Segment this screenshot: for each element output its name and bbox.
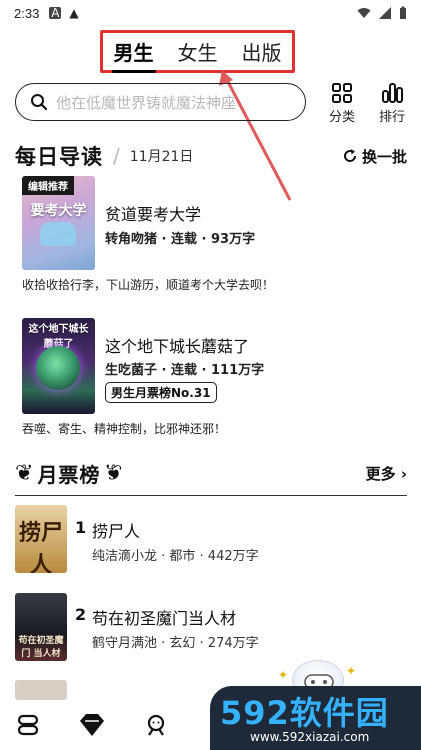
book-title[interactable]: 贫道要考大学 [105, 201, 201, 225]
more-link[interactable]: 更多 › [366, 463, 407, 484]
rank-number: 2 [75, 605, 87, 624]
bookshelf-icon[interactable] [14, 711, 42, 739]
section-divider [15, 495, 407, 496]
book-description: 收拾收拾行李，下山游历，顺道考个大学去呗！ [22, 278, 275, 292]
rank-book-title[interactable]: 捞尸人 [92, 518, 140, 542]
watermark-brand: 592软件园 [220, 694, 389, 732]
book-cover[interactable]: 这个地下城长蘑菇了 [22, 318, 95, 414]
rank-title: 月票榜 [37, 462, 101, 487]
book-meta: 生吃菌子 · 连载 · 111万字 [105, 363, 265, 378]
watermark-url: www.592xiazai.com [250, 730, 370, 744]
rank-cover[interactable]: 苟在初圣魔门 当人材 [15, 593, 67, 661]
cover-title: 苟在初圣魔门 当人材 [18, 636, 64, 659]
rank-cover[interactable] [15, 680, 67, 700]
divider-slash: / [113, 144, 120, 168]
cover-art [36, 346, 80, 390]
daily-date: 11月21日 [129, 149, 194, 165]
rank-label: 排行 [378, 110, 405, 125]
laurel-right-icon: ❦ [104, 460, 123, 486]
search-icon [31, 94, 48, 111]
refresh-label: 换一批 [361, 147, 407, 166]
rank-badge: 男生月票榜No.31 [105, 382, 217, 403]
cover-title: 要考大学 [30, 203, 87, 219]
category-button[interactable]: 分类 [322, 82, 362, 125]
daily-title: 每日导读 [15, 145, 103, 169]
laurel-left-icon: ❦ [15, 460, 34, 486]
profile-icon[interactable] [142, 711, 170, 739]
search-bar[interactable]: 他在低魔世界铸就魔法神座 [15, 83, 306, 121]
diamond-icon[interactable] [78, 711, 106, 739]
editor-pick-tag: 编辑推荐 [22, 176, 74, 195]
refresh-button[interactable]: 换一批 [342, 146, 407, 167]
book-cover[interactable]: 编辑推荐 要考大学 [22, 176, 95, 270]
book-meta: 转角吻猪 · 连载 · 93万字 [105, 232, 256, 247]
sparkle-icon: ✦ [278, 668, 289, 682]
rank-book-title[interactable]: 苟在初圣魔门当人材 [92, 605, 236, 629]
rank-book-meta: 鹤守月满池 · 玄幻 · 274万字 [92, 636, 259, 651]
refresh-icon [343, 149, 356, 162]
book-description: 吞噬、寄生、精神控制，比邪神还邪！ [22, 422, 227, 436]
rank-book-meta: 纯洁滴小龙 · 都市 · 442万字 [92, 549, 259, 564]
sparkle-icon: ✦ [346, 664, 357, 678]
cover-art [40, 222, 76, 246]
rank-cover[interactable]: 捞尸人 [15, 505, 67, 573]
book-title[interactable]: 这个地下城长蘑菇了 [105, 333, 249, 357]
grid-icon [332, 83, 352, 103]
cover-title: 捞尸人 [18, 520, 63, 573]
daily-header: 每日导读 / 11月21日 换一批 [15, 142, 407, 170]
rank-button[interactable]: 排行 [372, 82, 412, 125]
rank-number: 1 [75, 518, 87, 537]
category-label: 分类 [328, 110, 355, 125]
search-placeholder: 他在低魔世界铸就魔法神座 [56, 93, 237, 112]
monthly-rank-header: ❦ 月票榜 ❦ 更多 › [15, 459, 407, 487]
bar-chart-icon [382, 83, 403, 103]
